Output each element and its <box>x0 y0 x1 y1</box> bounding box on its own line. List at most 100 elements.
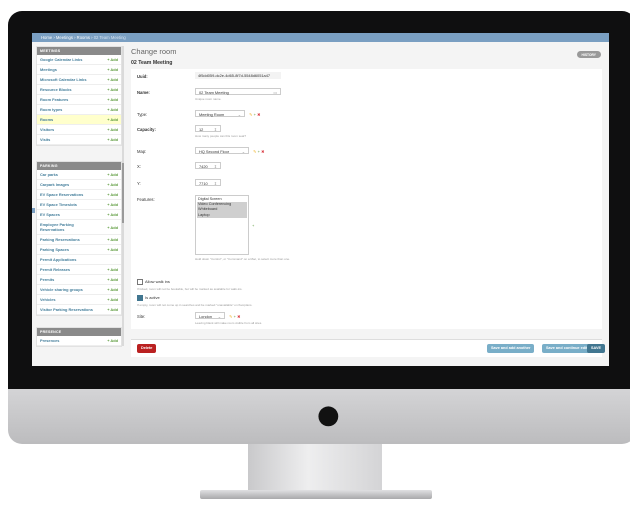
sidebar-item-parking-reservations[interactable]: Parking Reservations + Add <box>37 235 121 245</box>
add-link[interactable]: + Add <box>107 57 118 62</box>
add-link[interactable]: + Add <box>107 267 118 272</box>
add-link[interactable]: + Add <box>107 277 118 282</box>
monitor-stand-foot <box>200 490 432 499</box>
walkin-label: Allow walk ins <box>145 279 170 285</box>
add-link[interactable]: + Add <box>107 77 118 82</box>
capacity-row: Capacity: 12 ⇕ How many people can this r… <box>137 125 246 138</box>
stepper-icon[interactable]: ⇕ <box>214 163 217 170</box>
active-help: If empty, room will not come up in searc… <box>137 302 253 307</box>
sidebar-item-room-features[interactable]: Room Features + Add <box>37 95 121 105</box>
add-link[interactable]: + Add <box>107 287 118 292</box>
module-title: MEETINGS <box>37 47 121 55</box>
sidebar-item-permit-releases[interactable]: Permit Releases + Add <box>37 265 121 275</box>
type-label: Type: <box>137 112 148 117</box>
breadcrumb-home[interactable]: Home <box>41 35 52 40</box>
delete-icon[interactable]: ✖ <box>261 149 264 154</box>
active-checkbox[interactable] <box>137 295 143 301</box>
add-link[interactable]: + Add <box>107 172 118 177</box>
y-input[interactable]: 7710 ⇕ <box>195 179 221 186</box>
sidebar-item-ev-space-reservations[interactable]: EV Space Reservations + Add <box>37 190 121 200</box>
stepper-icon[interactable]: ⇕ <box>214 180 217 187</box>
add-link[interactable]: + Add <box>107 127 118 132</box>
sidebar-item-permit-applications[interactable]: Permit Applications <box>37 255 121 265</box>
sidebar-item-visitor-parking-reservations[interactable]: Visitor Parking Reservations + Add <box>37 305 121 315</box>
sidebar-module-presence: PRESENCE Presences + Add <box>36 327 122 347</box>
add-link[interactable]: + Add <box>107 137 118 142</box>
add-link[interactable]: + Add <box>107 192 118 197</box>
screen: Home › Meetings › Rooms › 02 Team Meetin… <box>32 33 609 366</box>
capacity-input[interactable]: 12 ⇕ <box>195 125 221 132</box>
save-button[interactable]: SAVE <box>587 344 606 353</box>
sidebar-item-carpark-images[interactable]: Carpark Images + Add <box>37 180 121 190</box>
add-link[interactable]: + Add <box>107 297 118 302</box>
add-link[interactable]: + Add <box>107 212 118 217</box>
add-link[interactable]: + Add <box>107 107 118 112</box>
add-link[interactable]: + Add <box>107 87 118 92</box>
sidebar-item-microsoft-calendar-links[interactable]: Microsoft Calendar Links + Add <box>37 75 121 85</box>
breadcrumb-separator: › <box>91 35 93 40</box>
edit-icon[interactable]: ✎ <box>253 149 256 154</box>
add-icon[interactable]: + <box>258 149 260 154</box>
add-link[interactable]: + Add <box>107 307 118 312</box>
walkin-row: Allow walk ins If ticked, room will not … <box>137 279 242 291</box>
sidebar-item-car-parks[interactable]: Car parks + Add <box>37 170 121 180</box>
add-link[interactable]: + Add <box>107 247 118 252</box>
add-link[interactable]: + Add <box>107 182 118 187</box>
site-select[interactable]: London ⌄ <box>195 312 225 319</box>
sidebar-scroll-thumb[interactable] <box>122 163 124 223</box>
type-row: Type: Meeting Room ⌄ ✎ + ✖ <box>137 110 260 117</box>
breadcrumb-model[interactable]: Rooms <box>77 35 90 40</box>
name-input[interactable]: 02 Team Meeting ▭ <box>195 88 281 95</box>
sidebar-item-parking-spaces[interactable]: Parking Spaces + Add <box>37 245 121 255</box>
add-link[interactable]: + Add <box>107 67 118 72</box>
sidebar-module-meetings: MEETINGS Google Calendar Links + Add Meet… <box>36 46 122 146</box>
sidebar-item-meetings[interactable]: Meetings + Add <box>37 65 121 75</box>
id-card-icon: ▭ <box>273 90 277 95</box>
breadcrumb-separator: › <box>74 35 76 40</box>
sidebar-item-vehicle-sharing-groups[interactable]: Vehicle sharing groups + Add <box>37 285 121 295</box>
site-row: Site: London ⌄ ✎ + ✖ Leaving blank will m… <box>137 312 262 325</box>
history-button[interactable]: HISTORY <box>576 51 601 58</box>
add-link[interactable]: + Add <box>107 202 118 207</box>
add-link[interactable]: + Add <box>107 237 118 242</box>
delete-icon[interactable]: ✖ <box>257 112 260 117</box>
edit-icon[interactable]: ✎ <box>229 314 232 319</box>
sidebar-item-presences[interactable]: Presences + Add <box>37 336 121 346</box>
add-link[interactable]: + Add <box>107 338 118 343</box>
sidebar-item-ev-spaces[interactable]: EV Spaces + Add <box>37 210 121 220</box>
name-row: Name: 02 Team Meeting ▭ Unique room name. <box>137 88 281 101</box>
type-select[interactable]: Meeting Room ⌄ <box>195 110 245 117</box>
breadcrumb-app[interactable]: Meetings <box>56 35 73 40</box>
walkin-checkbox[interactable] <box>137 279 143 285</box>
add-link[interactable]: + Add <box>107 225 118 230</box>
features-label: Features: <box>137 197 155 202</box>
sidebar-item-permits[interactable]: Permits + Add <box>37 275 121 285</box>
delete-button[interactable]: Delete <box>137 344 157 353</box>
feature-option[interactable]: Laptop <box>197 212 247 218</box>
x-input[interactable]: 7420 ⇕ <box>195 162 221 169</box>
sidebar-item-resource-blocks[interactable]: Resource Blocks + Add <box>37 85 121 95</box>
sidebar-item-vehicles[interactable]: Vehicles + Add <box>37 295 121 305</box>
add-icon[interactable]: + <box>234 314 236 319</box>
y-row: Y: 7710 ⇕ <box>137 179 221 186</box>
save-add-another-button[interactable]: Save and add another <box>487 344 535 353</box>
delete-icon[interactable]: ✖ <box>237 314 240 319</box>
name-label: Name: <box>137 90 150 95</box>
stepper-icon[interactable]: ⇕ <box>214 126 217 133</box>
map-select[interactable]: HQ Second Floor ⌄ <box>195 147 249 154</box>
add-icon[interactable]: + <box>254 112 256 117</box>
walkin-help: If ticked, room will not be bookable, bu… <box>137 286 243 291</box>
sidebar-item-visitors[interactable]: Visitors + Add <box>37 125 121 135</box>
add-link[interactable]: + Add <box>107 97 118 102</box>
sidebar-item-ev-space-timeslots[interactable]: EV Space Timeslots + Add <box>37 200 121 210</box>
sidebar-toggle-handle[interactable] <box>32 208 35 213</box>
sidebar-item-employee-parking-reservations[interactable]: Employee Parking Reservations + Add <box>37 220 121 235</box>
sidebar-item-rooms[interactable]: Rooms + Add <box>37 115 121 125</box>
sidebar-item-visits[interactable]: Visits + Add <box>37 135 121 145</box>
add-link[interactable]: + Add <box>107 117 118 122</box>
edit-icon[interactable]: ✎ <box>249 112 252 117</box>
sidebar-item-google-calendar-links[interactable]: Google Calendar Links + Add <box>37 55 121 65</box>
features-multiselect[interactable]: Digital Screen Video Conferencing Whiteb… <box>195 195 249 255</box>
sidebar-item-room-types[interactable]: Room types + Add <box>37 105 121 115</box>
add-icon[interactable]: + <box>252 223 254 228</box>
